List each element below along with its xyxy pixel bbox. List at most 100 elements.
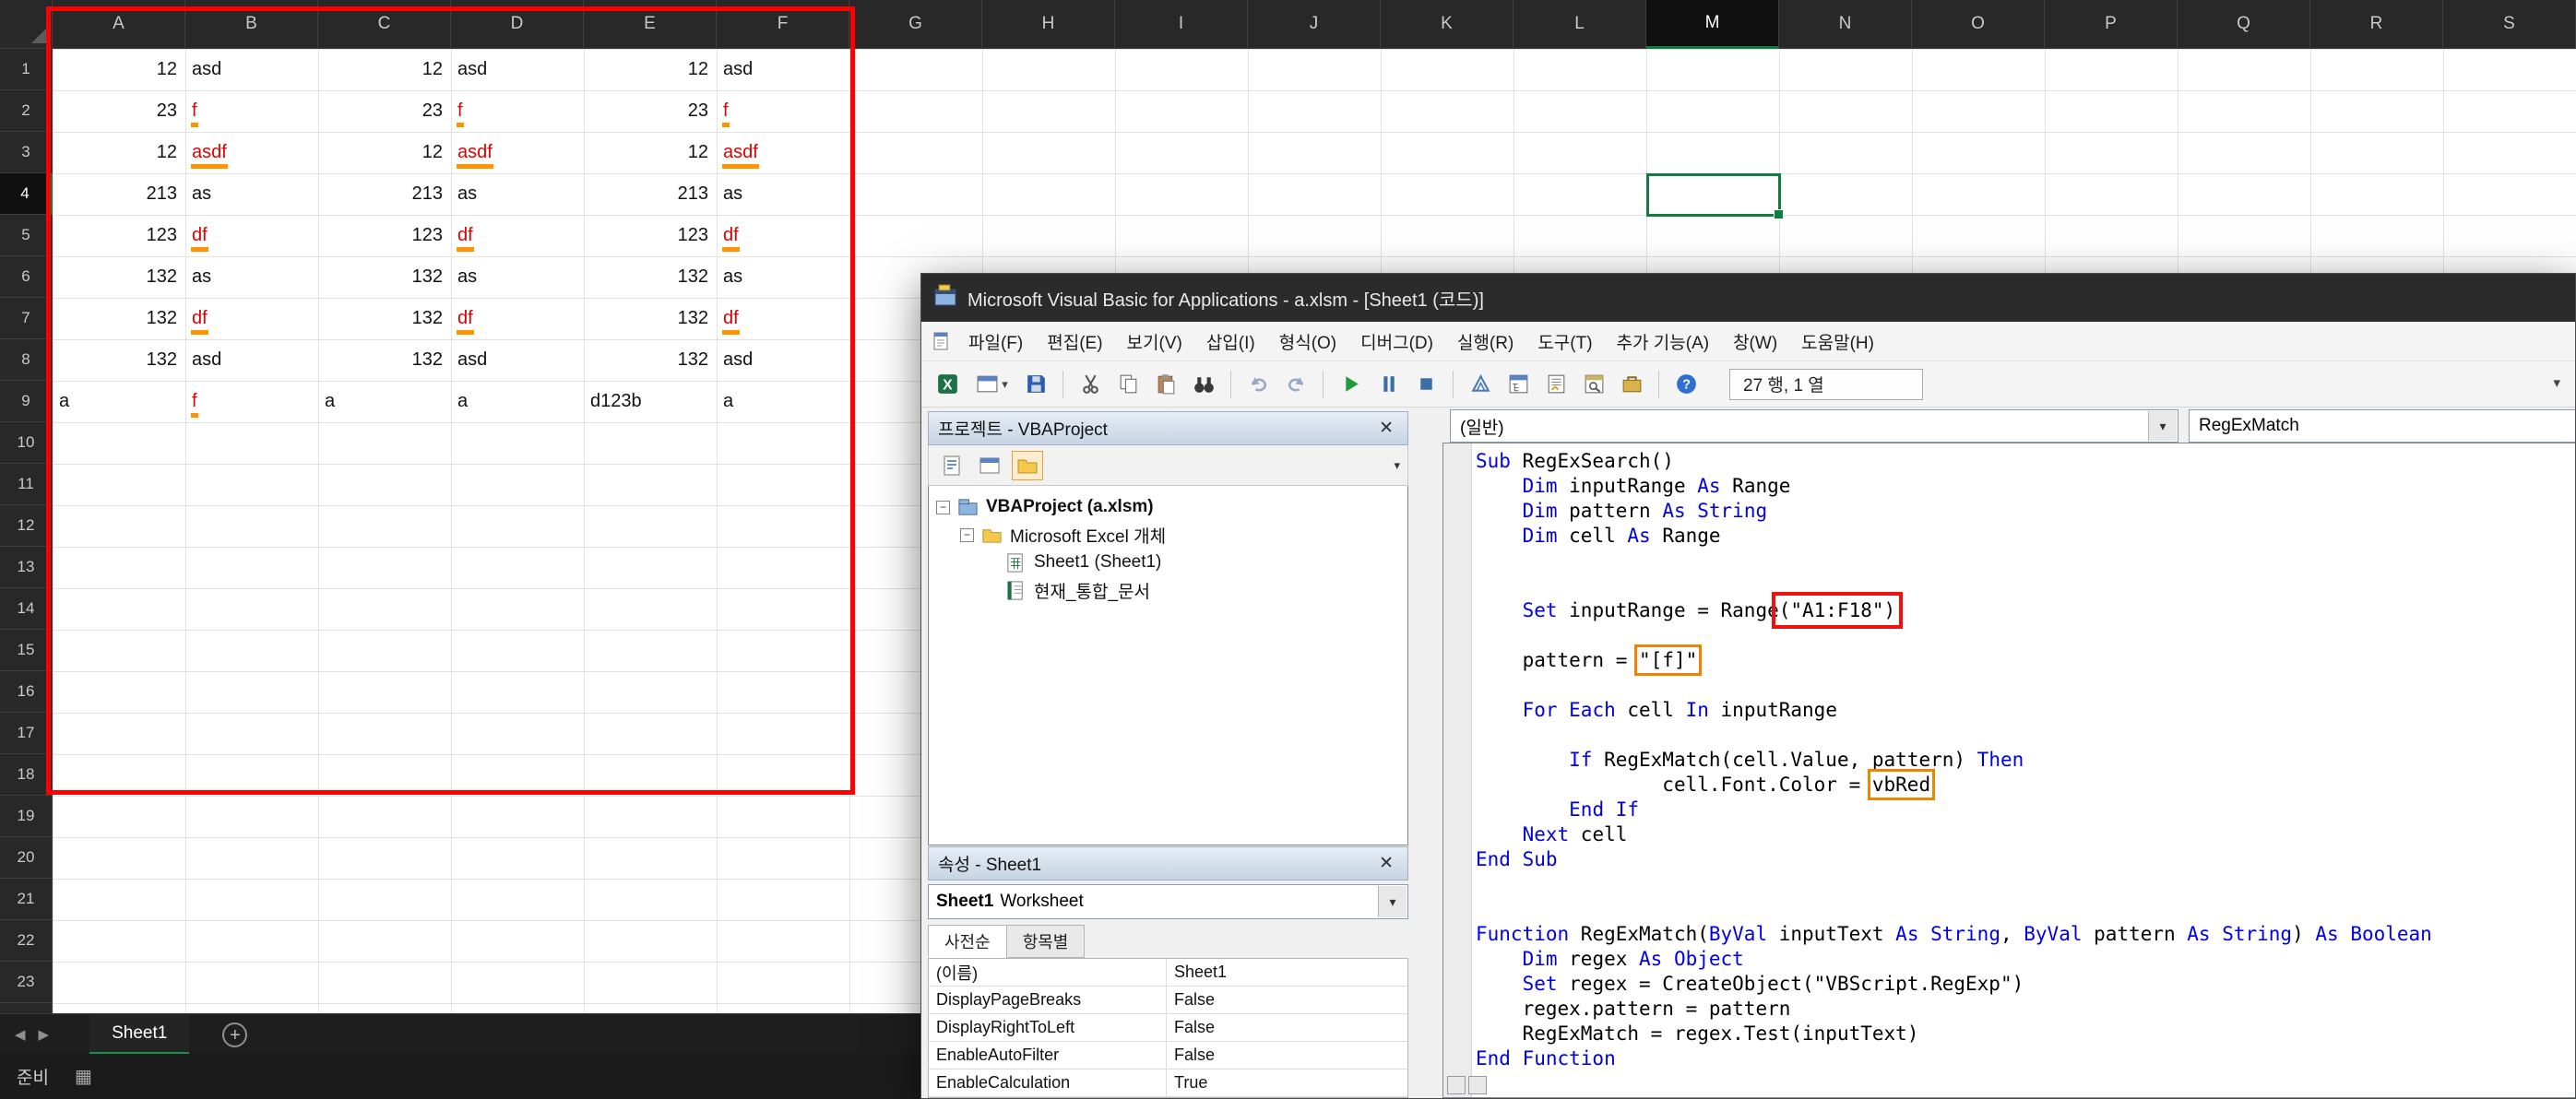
row-header-17[interactable]: 17 — [0, 713, 53, 754]
row-header-19[interactable]: 19 — [0, 796, 53, 837]
undo-icon[interactable] — [1241, 369, 1275, 400]
run-icon[interactable] — [1334, 369, 1367, 400]
column-header-K[interactable]: K — [1381, 0, 1514, 49]
row-header-21[interactable]: 21 — [0, 879, 53, 920]
row-header-7[interactable]: 7 — [0, 298, 53, 339]
properties-tab-0[interactable]: 사전순 — [928, 925, 1007, 958]
row-header-8[interactable]: 8 — [0, 339, 53, 381]
help-icon[interactable]: ? — [1669, 369, 1703, 400]
menu-item-tools[interactable]: 도구(T) — [1525, 322, 1604, 360]
find-icon[interactable] — [1187, 369, 1220, 400]
column-header-G[interactable]: G — [849, 0, 982, 49]
property-value[interactable]: False — [1167, 1042, 1407, 1069]
expander-icon[interactable]: − — [960, 528, 974, 542]
view-object-icon[interactable] — [974, 451, 1005, 480]
property-value[interactable]: Sheet1 — [1167, 959, 1407, 986]
column-header-H[interactable]: H — [982, 0, 1115, 49]
property-row-4[interactable]: EnableCalculationTrue — [929, 1069, 1407, 1097]
row-header-5[interactable]: 5 — [0, 215, 53, 256]
properties-tab-1[interactable]: 항목별 — [1006, 925, 1086, 958]
row-header-1[interactable]: 1 — [0, 49, 53, 90]
menu-item-debug[interactable]: 디버그(D) — [1348, 322, 1445, 360]
menu-item-insert[interactable]: 삽입(I) — [1194, 322, 1267, 360]
menu-item-view[interactable]: 보기(V) — [1115, 322, 1194, 360]
column-header-N[interactable]: N — [1779, 0, 1912, 49]
property-row-2[interactable]: DisplayRightToLeftFalse — [929, 1014, 1407, 1042]
row-header-22[interactable]: 22 — [0, 920, 53, 962]
column-header-O[interactable]: O — [1912, 0, 2045, 49]
chevron-down-icon[interactable]: ▾ — [1002, 377, 1008, 392]
column-header-R[interactable]: R — [2310, 0, 2443, 49]
procedure-view-button[interactable] — [1447, 1076, 1466, 1094]
column-header-M[interactable]: M — [1646, 0, 1779, 49]
menu-item-help[interactable]: 도움말(H) — [1789, 322, 1886, 360]
row-header-18[interactable]: 18 — [0, 754, 53, 796]
select-all-corner[interactable] — [0, 0, 53, 49]
property-value[interactable]: True — [1167, 1069, 1407, 1096]
menu-item-file[interactable]: 파일(F) — [956, 322, 1035, 360]
object-dropdown[interactable]: (일반) ▾ — [1450, 409, 2178, 443]
add-sheet-button[interactable]: + — [222, 1022, 247, 1047]
save-icon[interactable] — [1019, 369, 1052, 400]
property-row-1[interactable]: DisplayPageBreaksFalse — [929, 987, 1407, 1014]
tree-item-excel-objects[interactable]: −Microsoft Excel 개체 — [936, 521, 1407, 549]
row-header-10[interactable]: 10 — [0, 422, 53, 464]
reset-icon[interactable] — [1409, 369, 1442, 400]
view-dropdown-icon[interactable]: ▾ — [968, 369, 1015, 400]
row-header-23[interactable]: 23 — [0, 962, 53, 1003]
chevron-down-icon[interactable]: ▾ — [1378, 886, 1407, 917]
property-row-3[interactable]: EnableAutoFilterFalse — [929, 1042, 1407, 1069]
column-header-S[interactable]: S — [2443, 0, 2576, 49]
sheet-nav-right-icon[interactable]: ▶ — [39, 1026, 50, 1043]
project-explorer-icon[interactable] — [1502, 369, 1535, 400]
sheet-tab-sheet1[interactable]: Sheet1 — [89, 1014, 189, 1055]
view-code-icon[interactable] — [936, 451, 967, 480]
full-module-view-button[interactable] — [1468, 1076, 1487, 1094]
sheet-nav-left-icon[interactable]: ◀ — [15, 1026, 26, 1043]
row-header-11[interactable]: 11 — [0, 464, 53, 505]
menu-item-edit[interactable]: 편집(E) — [1035, 322, 1114, 360]
property-value[interactable]: False — [1167, 1014, 1407, 1041]
paste-icon[interactable] — [1149, 369, 1182, 400]
design-mode-icon[interactable] — [1464, 369, 1497, 400]
toolbox-icon[interactable] — [1615, 369, 1648, 400]
expander-icon[interactable]: − — [936, 501, 950, 514]
menu-item-add-ins[interactable]: 추가 기능(A) — [1605, 322, 1722, 360]
copy-icon[interactable] — [1111, 369, 1145, 400]
tree-item-thisworkbook[interactable]: 현재_통합_문서 — [936, 576, 1407, 604]
properties-window-icon[interactable] — [1539, 369, 1573, 400]
object-browser-icon[interactable] — [1577, 369, 1610, 400]
row-header-6[interactable]: 6 — [0, 256, 53, 298]
close-icon[interactable]: ✕ — [1374, 418, 1398, 439]
tree-item-vbaproject[interactable]: −VBAProject (a.xlsm) — [936, 493, 1407, 521]
toolbar-overflow-icon[interactable]: ▾ — [2553, 374, 2560, 391]
macro-record-icon[interactable]: ▦ — [75, 1065, 92, 1088]
row-header-20[interactable]: 20 — [0, 837, 53, 879]
menu-item-format[interactable]: 형식(O) — [1267, 322, 1348, 360]
row-header-9[interactable]: 9 — [0, 381, 53, 422]
row-header-12[interactable]: 12 — [0, 505, 53, 547]
column-header-Q[interactable]: Q — [2178, 0, 2310, 49]
redo-icon[interactable] — [1279, 369, 1312, 400]
fill-handle[interactable] — [1774, 209, 1784, 219]
column-header-L[interactable]: L — [1514, 0, 1646, 49]
procedure-dropdown[interactable]: RegExMatch ▾ — [2189, 409, 2576, 443]
row-header-2[interactable]: 2 — [0, 90, 53, 132]
column-header-J[interactable]: J — [1248, 0, 1381, 49]
close-icon[interactable]: ✕ — [1374, 853, 1398, 874]
tree-item-sheet1[interactable]: Sheet1 (Sheet1) — [936, 549, 1407, 576]
excel-icon[interactable]: X — [931, 369, 964, 400]
column-header-I[interactable]: I — [1115, 0, 1248, 49]
break-icon[interactable] — [1371, 369, 1405, 400]
toggle-folders-icon[interactable] — [1012, 451, 1043, 480]
row-header-13[interactable]: 13 — [0, 547, 53, 588]
vba-title-bar[interactable]: Microsoft Visual Basic for Applications … — [921, 274, 2575, 322]
cut-icon[interactable] — [1074, 369, 1107, 400]
chevron-down-icon[interactable]: ▾ — [1394, 458, 1400, 473]
column-header-P[interactable]: P — [2045, 0, 2178, 49]
row-header-14[interactable]: 14 — [0, 588, 53, 630]
row-header-3[interactable]: 3 — [0, 132, 53, 173]
row-header-16[interactable]: 16 — [0, 671, 53, 713]
property-value[interactable]: False — [1167, 987, 1407, 1013]
code-editor[interactable]: Sub RegExSearch() Dim inputRange As Rang… — [1442, 443, 2576, 1098]
